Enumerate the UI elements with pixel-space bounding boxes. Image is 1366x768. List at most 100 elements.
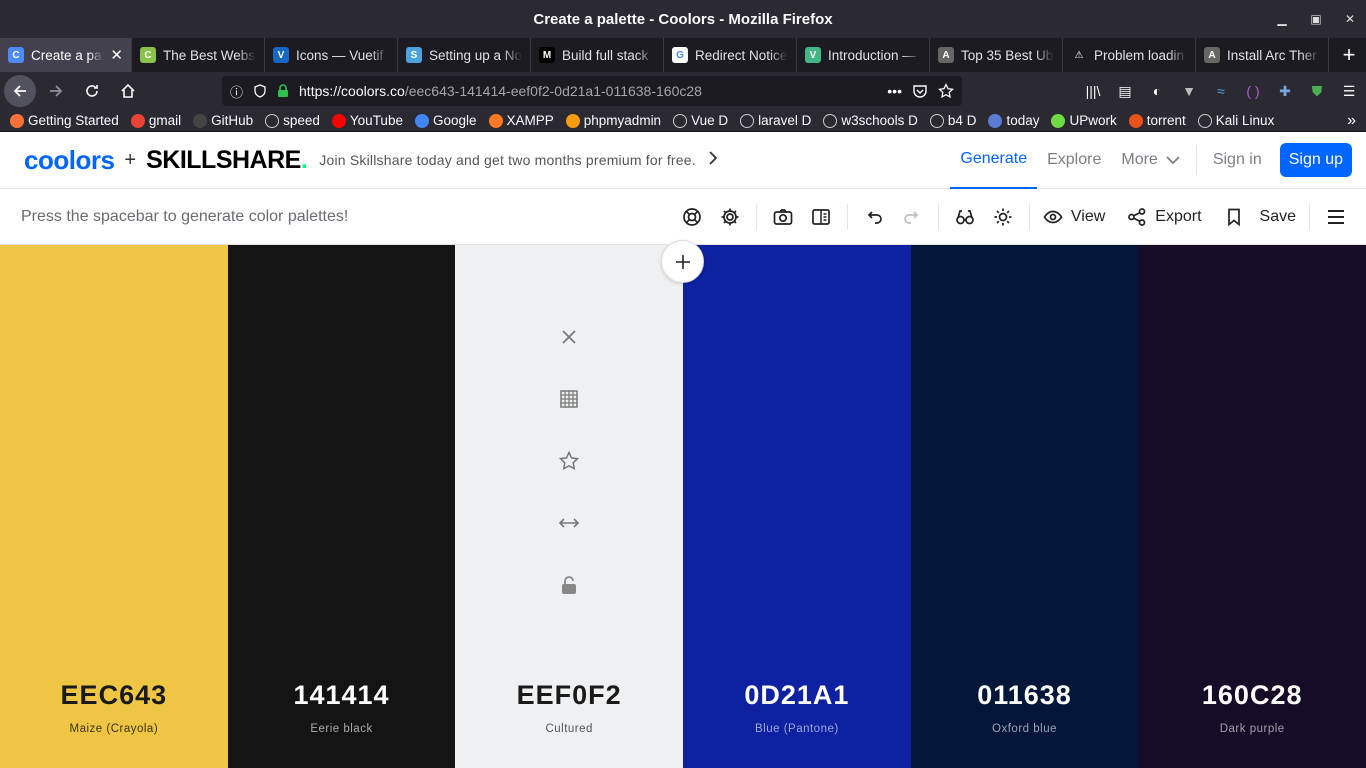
nav-explore[interactable]: Explore xyxy=(1037,132,1111,189)
lifebuoy-icon xyxy=(683,207,701,226)
extension-vue-icon[interactable]: ▼ xyxy=(1176,75,1202,107)
coolors-logo[interactable]: coolors xyxy=(24,145,115,176)
bookmark-item[interactable]: torrent xyxy=(1128,113,1186,128)
color-name[interactable]: Blue (Pantone) xyxy=(683,723,911,735)
favorite-star-icon[interactable] xyxy=(557,449,581,473)
browser-tab[interactable]: C The Best Webs xyxy=(132,38,265,72)
new-tab-button[interactable]: + xyxy=(1332,38,1366,72)
bookmark-item[interactable]: speed xyxy=(265,113,320,128)
help-lifebuoy-button[interactable] xyxy=(676,201,708,233)
extension-brackets-icon[interactable]: ( ) xyxy=(1240,75,1266,107)
remove-color-icon[interactable] xyxy=(557,325,581,349)
browser-tab[interactable]: A Install Arc Ther xyxy=(1196,38,1329,72)
bookmark-item[interactable]: XAMPP xyxy=(488,113,554,128)
add-color-button[interactable] xyxy=(661,240,704,283)
back-button[interactable] xyxy=(4,75,36,107)
bookmark-item[interactable]: w3schools D xyxy=(823,113,918,128)
bookmark-item[interactable]: gmail xyxy=(130,113,181,128)
browser-tab[interactable]: S Setting up a No xyxy=(398,38,531,72)
skillshare-logo[interactable]: SKILLSHARE. xyxy=(146,146,308,175)
color-swatch[interactable]: EEF0F2 Cultured xyxy=(455,245,684,768)
color-name[interactable]: Cultured xyxy=(455,723,683,735)
color-name[interactable]: Maize (Crayola) xyxy=(0,723,228,735)
nav-more[interactable]: More xyxy=(1111,132,1189,189)
extension-globe-icon[interactable]: ◐ xyxy=(1144,75,1170,107)
color-hex-code[interactable]: EEF0F2 xyxy=(455,680,683,711)
side-panel-button[interactable] xyxy=(805,201,837,233)
color-swatch[interactable]: 011638 Oxford blue xyxy=(910,245,1139,768)
sign-in-link[interactable]: Sign in xyxy=(1203,132,1272,189)
color-hex-code[interactable]: EEC643 xyxy=(0,680,228,711)
bookmark-item[interactable]: laravel D xyxy=(740,113,811,128)
camera-button[interactable] xyxy=(767,201,799,233)
shades-grid-icon[interactable] xyxy=(557,387,581,411)
save-button[interactable]: Save xyxy=(1221,201,1299,233)
tab-favicon-icon: S xyxy=(406,47,422,63)
browser-tab[interactable]: G Redirect Notice xyxy=(664,38,797,72)
undo-button[interactable] xyxy=(858,201,890,233)
color-hex-code[interactable]: 011638 xyxy=(911,680,1139,711)
color-swatch[interactable]: 160C28 Dark purple xyxy=(1138,245,1366,768)
bookmark-item[interactable]: UPwork xyxy=(1051,113,1117,128)
bookmark-item[interactable]: YouTube xyxy=(331,113,403,128)
bookmark-item[interactable]: Getting Started xyxy=(10,113,119,128)
info-icon[interactable]: ⓘ xyxy=(230,82,243,101)
color-hex-code[interactable]: 160C28 xyxy=(1138,680,1366,711)
sidebar-icon[interactable]: ▤ xyxy=(1112,75,1138,107)
browser-tab[interactable]: V Introduction — xyxy=(797,38,930,72)
reload-button[interactable] xyxy=(76,75,108,107)
promo-text[interactable]: Join Skillshare today and get two months… xyxy=(319,152,696,168)
nav-generate[interactable]: Generate xyxy=(950,132,1038,189)
bookmark-item[interactable]: Google xyxy=(414,113,477,128)
site-header: coolors + SKILLSHARE. Join Skillshare to… xyxy=(0,132,1366,189)
close-tab-icon[interactable]: ✕ xyxy=(110,46,123,64)
unlocked-icon[interactable] xyxy=(557,573,581,597)
close-window-icon[interactable]: ✕ xyxy=(1342,12,1358,26)
bookmark-favicon-icon xyxy=(331,113,346,128)
export-button[interactable]: Export xyxy=(1124,201,1204,233)
menu-button[interactable] xyxy=(1320,201,1352,233)
library-icon[interactable]: |||\ xyxy=(1080,75,1106,107)
bookmark-item[interactable]: today xyxy=(988,113,1039,128)
extension-wave-icon[interactable]: ≈ xyxy=(1208,75,1234,107)
bookmark-favicon-icon xyxy=(740,113,755,128)
maximize-icon[interactable]: ▣ xyxy=(1308,12,1324,26)
color-hex-code[interactable]: 141414 xyxy=(228,680,456,711)
settings-button[interactable] xyxy=(714,201,746,233)
minimize-icon[interactable]: ▁ xyxy=(1274,12,1290,26)
home-button[interactable] xyxy=(112,75,144,107)
color-blindness-button[interactable] xyxy=(949,201,981,233)
tab-favicon-icon: A xyxy=(1204,47,1220,63)
url-bar[interactable]: ⓘ https://coolors.co/eec643-141414-eef0f… xyxy=(222,76,962,106)
browser-tab[interactable]: C Create a pal ✕ xyxy=(0,38,132,72)
browser-tab[interactable]: A Top 35 Best Ub xyxy=(930,38,1063,72)
bookmarks-overflow-icon[interactable]: » xyxy=(1347,112,1356,130)
menu-hamburger-icon[interactable]: ☰ xyxy=(1336,75,1362,107)
sign-up-button[interactable]: Sign up xyxy=(1279,143,1352,177)
color-swatch[interactable]: 141414 Eerie black xyxy=(227,245,456,768)
view-button[interactable]: View xyxy=(1040,201,1108,233)
color-name[interactable]: Eerie black xyxy=(228,723,456,735)
color-hex-code[interactable]: 0D21A1 xyxy=(683,680,911,711)
bookmark-item[interactable]: b4 D xyxy=(929,113,976,128)
browser-tab[interactable]: M Build full stack xyxy=(531,38,664,72)
browser-tab[interactable]: ⚠ Problem loadin xyxy=(1063,38,1196,72)
color-name[interactable]: Oxford blue xyxy=(911,723,1139,735)
page-actions-icon[interactable]: ••• xyxy=(887,83,902,99)
extension-flag-icon[interactable]: ✚ xyxy=(1272,75,1298,107)
bookmark-item[interactable]: Kali Linux xyxy=(1197,113,1274,128)
color-name[interactable]: Dark purple xyxy=(1138,723,1366,735)
bookmark-item[interactable]: Vue D xyxy=(673,113,728,128)
drag-arrows-icon[interactable] xyxy=(557,511,581,535)
adjust-brightness-button[interactable] xyxy=(987,201,1019,233)
color-swatch[interactable]: EEC643 Maize (Crayola) xyxy=(0,245,228,768)
redo-button[interactable] xyxy=(896,201,928,233)
chevron-right-icon[interactable] xyxy=(708,150,718,170)
color-swatch[interactable]: 0D21A1 Blue (Pantone) xyxy=(683,245,911,768)
bookmark-item[interactable]: GitHub xyxy=(193,113,253,128)
view-label: View xyxy=(1070,207,1106,225)
bookmark-item[interactable]: phpmyadmin xyxy=(565,113,661,128)
browser-tab[interactable]: V Icons — Vuetif xyxy=(265,38,398,72)
forward-button[interactable] xyxy=(40,75,72,107)
extension-shield-icon[interactable]: ⛊ xyxy=(1304,75,1330,107)
